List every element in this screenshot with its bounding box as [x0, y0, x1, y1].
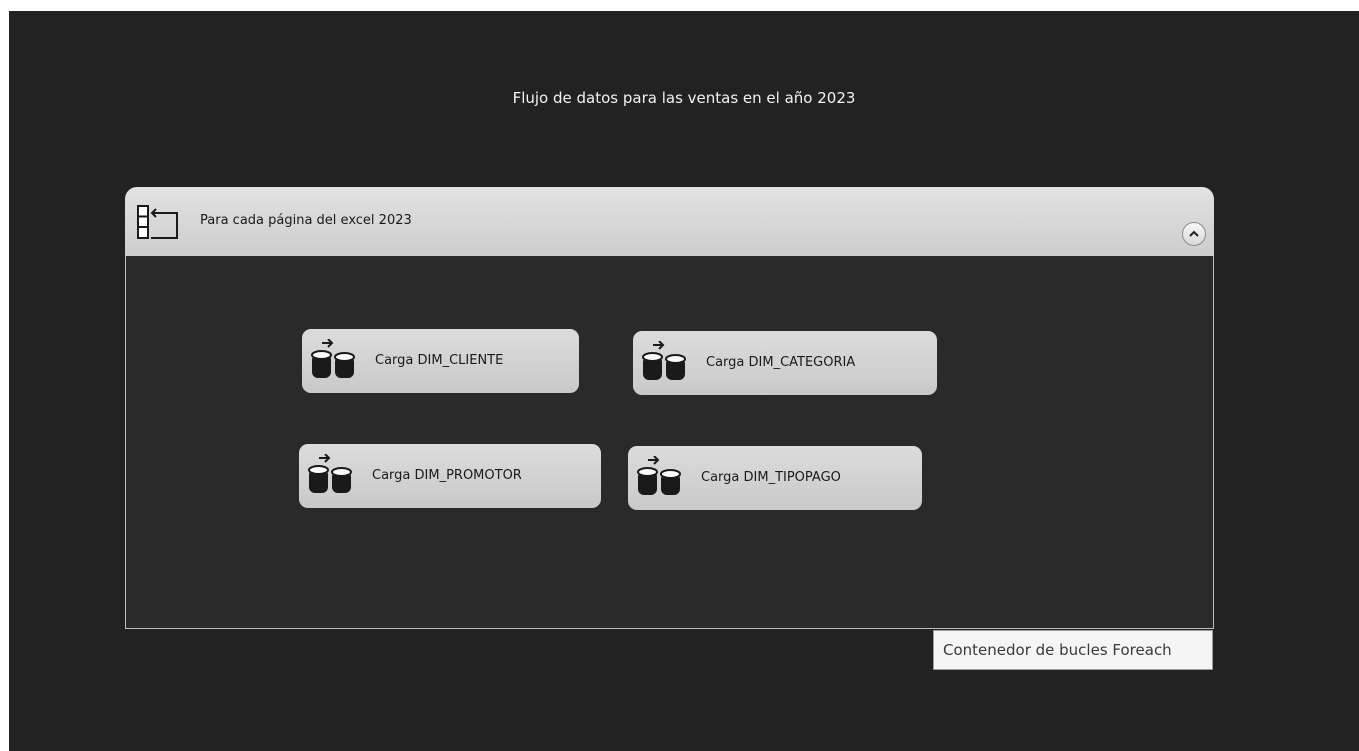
data-flow-task-icon: [311, 339, 355, 378]
task-carga-dim-categoria[interactable]: Carga DIM_CATEGORIA: [633, 331, 937, 395]
tooltip: Contenedor de bucles Foreach: [933, 630, 1213, 670]
task-carga-dim-cliente[interactable]: Carga DIM_CLIENTE: [302, 329, 579, 393]
container-title: Para cada página del excel 2023: [200, 213, 412, 228]
collapse-button[interactable]: [1182, 222, 1206, 246]
task-label: Carga DIM_CATEGORIA: [706, 355, 856, 370]
flow-title: Flujo de datos para las ventas en el año…: [512, 89, 856, 107]
task-carga-dim-tipopago[interactable]: Carga DIM_TIPOPAGO: [628, 446, 922, 510]
chevron-up-icon: [1189, 230, 1199, 237]
container-header[interactable]: Para cada página del excel 2023: [125, 187, 1214, 256]
task-label: Carga DIM_TIPOPAGO: [701, 470, 841, 485]
foreach-loop-container[interactable]: Para cada página del excel 2023 Carga DI…: [125, 187, 1214, 629]
foreach-loop-icon: [137, 205, 178, 239]
task-carga-dim-promotor[interactable]: Carga DIM_PROMOTOR: [299, 444, 601, 508]
task-label: Carga DIM_PROMOTOR: [372, 468, 522, 483]
data-flow-task-icon: [637, 456, 681, 495]
container-body[interactable]: Carga DIM_CLIENTE Carga DIM_CATEGORIA Ca…: [125, 256, 1214, 629]
data-flow-task-icon: [642, 341, 686, 380]
task-label: Carga DIM_CLIENTE: [375, 353, 504, 368]
data-flow-task-icon: [308, 454, 352, 493]
